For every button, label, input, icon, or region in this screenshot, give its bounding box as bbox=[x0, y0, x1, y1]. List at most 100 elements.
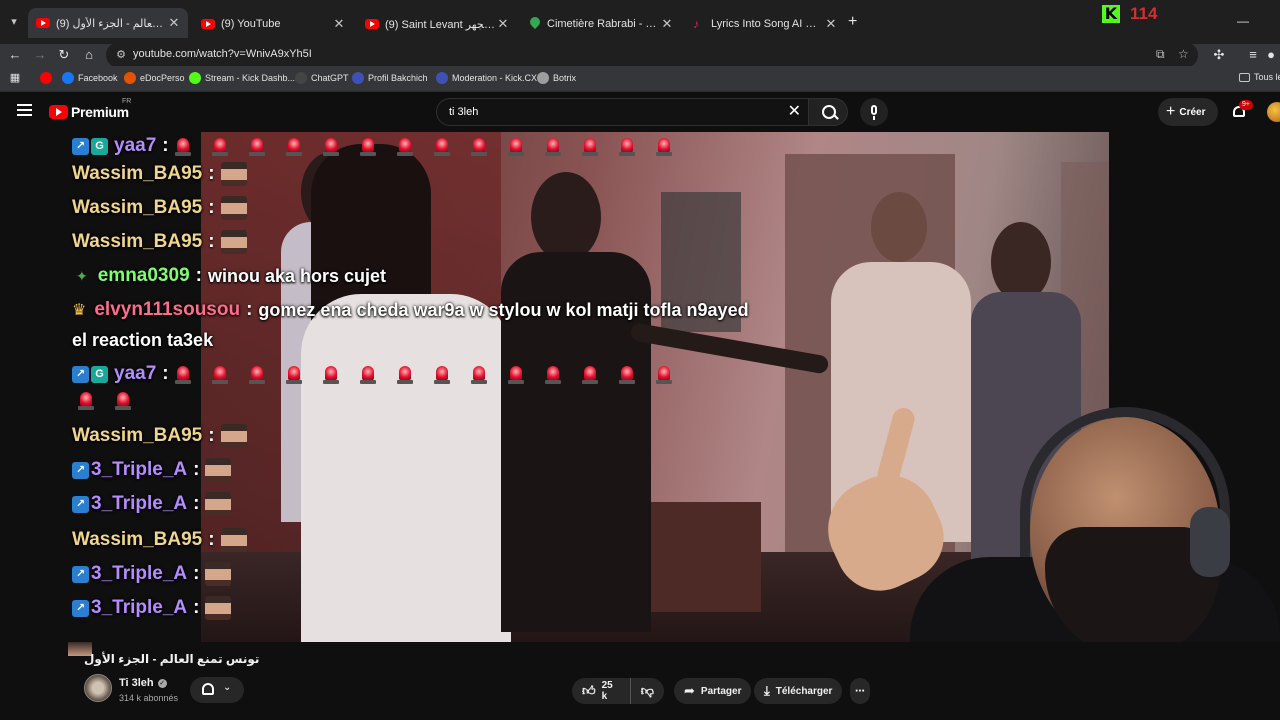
dislike-button[interactable]: 👎︎ bbox=[631, 683, 664, 699]
chat-username[interactable]: 3_Triple_A bbox=[91, 459, 187, 481]
close-tab-icon[interactable]: ✕ bbox=[659, 16, 675, 32]
tab-title[interactable]: (9) Saint Levant تحت المجهر. Kl... bbox=[385, 18, 495, 31]
channel-name[interactable]: Ti 3leh bbox=[119, 677, 154, 689]
tab-title[interactable]: (9) YouTube bbox=[221, 18, 331, 30]
install-app-icon[interactable]: ⧉ bbox=[1156, 47, 1165, 62]
chat-message: Wassim_BA95: bbox=[72, 422, 247, 450]
chat-username[interactable]: Wassim_BA95 bbox=[72, 163, 202, 185]
chat-username[interactable]: Wassim_BA95 bbox=[72, 197, 202, 219]
subscription-notification-button[interactable]: ⌄ bbox=[190, 677, 244, 703]
channel-avatar[interactable] bbox=[84, 674, 112, 702]
share-button[interactable]: ➦ Partager bbox=[674, 678, 752, 704]
search-query[interactable]: ti 3leh bbox=[449, 106, 478, 118]
browser-tab[interactable]: Cimetière Rabrabi - Google Ma...✕ bbox=[521, 12, 681, 36]
close-tab-icon[interactable]: ✕ bbox=[331, 16, 347, 32]
verified-check-icon: ✓ bbox=[157, 678, 167, 688]
chat-username[interactable]: 3_Triple_A bbox=[91, 597, 187, 619]
site-info-icon[interactable]: ⚙ bbox=[114, 48, 128, 62]
voice-search-mic-icon[interactable] bbox=[860, 98, 888, 126]
plus-icon: + bbox=[1166, 103, 1176, 120]
browser-tab[interactable]: (9) YouTube ✕ bbox=[193, 12, 353, 36]
close-tab-icon[interactable]: ✕ bbox=[823, 16, 839, 32]
video-player[interactable]: ↗ Gyaa7: Wassim_BA95: Wassim_BA95: Wassim_BA… bbox=[0, 132, 1280, 642]
chat-message: ♛ elvyn111sousou: gomez ena cheda war9a w … bbox=[72, 296, 749, 324]
police-siren-emote-icon bbox=[174, 136, 191, 156]
youtube-premium-logo[interactable]: Premium FR bbox=[49, 98, 131, 120]
youtube-header: Premium FR ti 3leh ✕ + Créer 9+ bbox=[0, 92, 1280, 132]
youtube-play-icon bbox=[49, 105, 68, 119]
bookmark-item[interactable]: Moderation - Kick.CX bbox=[436, 72, 537, 84]
bookmark-item[interactable]: Botrix bbox=[537, 72, 576, 84]
channel-name-link[interactable]: Ti 3leh ✓ bbox=[119, 677, 167, 689]
chat-overlay: ↗ Gyaa7: Wassim_BA95: Wassim_BA95: Wassim_BA… bbox=[72, 132, 792, 642]
chat-username[interactable]: yaa7 bbox=[114, 363, 156, 385]
chat-separator: : bbox=[193, 493, 200, 514]
create-button[interactable]: + Créer bbox=[1158, 98, 1218, 126]
chat-separator: : bbox=[208, 163, 215, 184]
close-tab-icon[interactable]: ✕ bbox=[495, 16, 511, 32]
chat-separator: : bbox=[246, 299, 253, 320]
police-siren-emote-icon bbox=[359, 136, 376, 156]
police-siren-emote-icon bbox=[581, 136, 598, 156]
tab-search-chevron-icon[interactable]: ▾ bbox=[6, 14, 22, 30]
chat-username[interactable]: elvyn111sousou bbox=[94, 299, 240, 321]
close-tab-icon[interactable]: ✕ bbox=[166, 15, 182, 31]
crown-badge-icon: ♛ bbox=[72, 302, 87, 319]
kick-icon bbox=[189, 72, 201, 84]
notifications-bell-icon[interactable]: 9+ bbox=[1231, 100, 1253, 120]
chat-message: Wassim_BA95: bbox=[72, 228, 247, 256]
browser-tab-bar: ▾ (9) تونس تمنع العالم - الجزء الأول✕(9)… bbox=[0, 0, 1280, 44]
police-siren-emote-icon bbox=[248, 364, 265, 384]
search-button[interactable] bbox=[808, 98, 848, 126]
chat-username[interactable]: Wassim_BA95 bbox=[72, 231, 202, 253]
address-bar[interactable]: ⚙ youtube.com/watch?v=WnivA9xYh5I ⧉ ☆ bbox=[106, 42, 1198, 68]
like-button[interactable]: 👍︎ 25 k bbox=[572, 678, 631, 704]
chat-username[interactable]: emna0309 bbox=[98, 265, 190, 287]
chat-username[interactable]: Wassim_BA95 bbox=[72, 529, 202, 551]
guide-menu-icon[interactable] bbox=[17, 104, 32, 116]
tab-title[interactable]: Lyrics Into Song AI Music Detai... bbox=[711, 18, 823, 30]
bookmark-star-icon[interactable]: ☆ bbox=[1178, 47, 1189, 61]
chat-username[interactable]: yaa7 bbox=[114, 135, 156, 157]
create-label: Créer bbox=[1179, 106, 1206, 118]
bookmark-item[interactable]: ChatGPT bbox=[295, 72, 349, 84]
chat-message: ↗ Gyaa7: bbox=[72, 360, 693, 388]
all-bookmarks-folder[interactable]: Tous le bbox=[1239, 72, 1280, 82]
bookmark-item[interactable]: Stream - Kick Dashb... bbox=[189, 72, 295, 84]
bookmark-item[interactable]: eDocPerso bbox=[124, 72, 185, 84]
police-siren-emote-icon bbox=[211, 136, 228, 156]
back-arrow-icon[interactable]: ← bbox=[6, 46, 24, 64]
clear-search-icon[interactable]: ✕ bbox=[788, 103, 801, 121]
tab-title[interactable]: Cimetière Rabrabi - Google Ma... bbox=[547, 18, 659, 30]
tab-title[interactable]: (9) تونس تمنع العالم - الجزء الأول bbox=[56, 17, 166, 30]
profile-icon[interactable]: ● bbox=[1262, 46, 1280, 64]
new-tab-button[interactable]: + bbox=[848, 14, 857, 30]
subscriber-count: 314 k abonnés bbox=[119, 693, 179, 703]
chat-username[interactable]: Wassim_BA95 bbox=[72, 425, 202, 447]
download-button[interactable]: ⤓ Télécharger bbox=[754, 678, 843, 704]
account-avatar[interactable] bbox=[1267, 102, 1280, 122]
face-emote-icon bbox=[205, 458, 232, 482]
address-url[interactable]: youtube.com/watch?v=WnivA9xYh5I bbox=[133, 48, 312, 60]
forward-arrow-icon[interactable]: → bbox=[31, 46, 49, 64]
apps-grid-icon[interactable]: ▦ bbox=[6, 69, 24, 87]
reload-icon[interactable]: ↻ bbox=[55, 46, 73, 64]
police-siren-emote-icon bbox=[581, 364, 598, 384]
home-icon[interactable]: ⌂ bbox=[80, 46, 98, 64]
browser-tab[interactable]: ♪ Lyrics Into Song AI Music Detai...✕ bbox=[685, 12, 845, 36]
browser-tab[interactable]: (9) تونس تمنع العالم - الجزء الأول✕ bbox=[28, 8, 188, 38]
bookmark-item[interactable]: Profil Bakchich bbox=[352, 72, 428, 84]
extensions-puzzle-icon[interactable]: ✣ bbox=[1210, 46, 1228, 64]
chat-message: ↗ 3_Triple_A: bbox=[72, 456, 232, 484]
bookmark-item[interactable]: Facebook bbox=[62, 72, 118, 84]
minimize-window-icon[interactable]: — bbox=[1237, 14, 1249, 28]
chat-username[interactable]: 3_Triple_A bbox=[91, 493, 187, 515]
chat-username[interactable]: 3_Triple_A bbox=[91, 563, 187, 585]
chat-separator: : bbox=[208, 231, 215, 252]
browser-tab[interactable]: (9) Saint Levant تحت المجهر. Kl...✕ bbox=[357, 12, 517, 36]
reading-list-icon[interactable]: ≡ bbox=[1244, 46, 1262, 64]
bookmark-item[interactable] bbox=[40, 72, 56, 84]
search-input[interactable]: ti 3leh ✕ bbox=[436, 98, 810, 126]
more-actions-button[interactable]: ⋯ bbox=[850, 678, 870, 704]
video-title: تونس تمنع العالم - الجزء الأول bbox=[84, 652, 260, 666]
